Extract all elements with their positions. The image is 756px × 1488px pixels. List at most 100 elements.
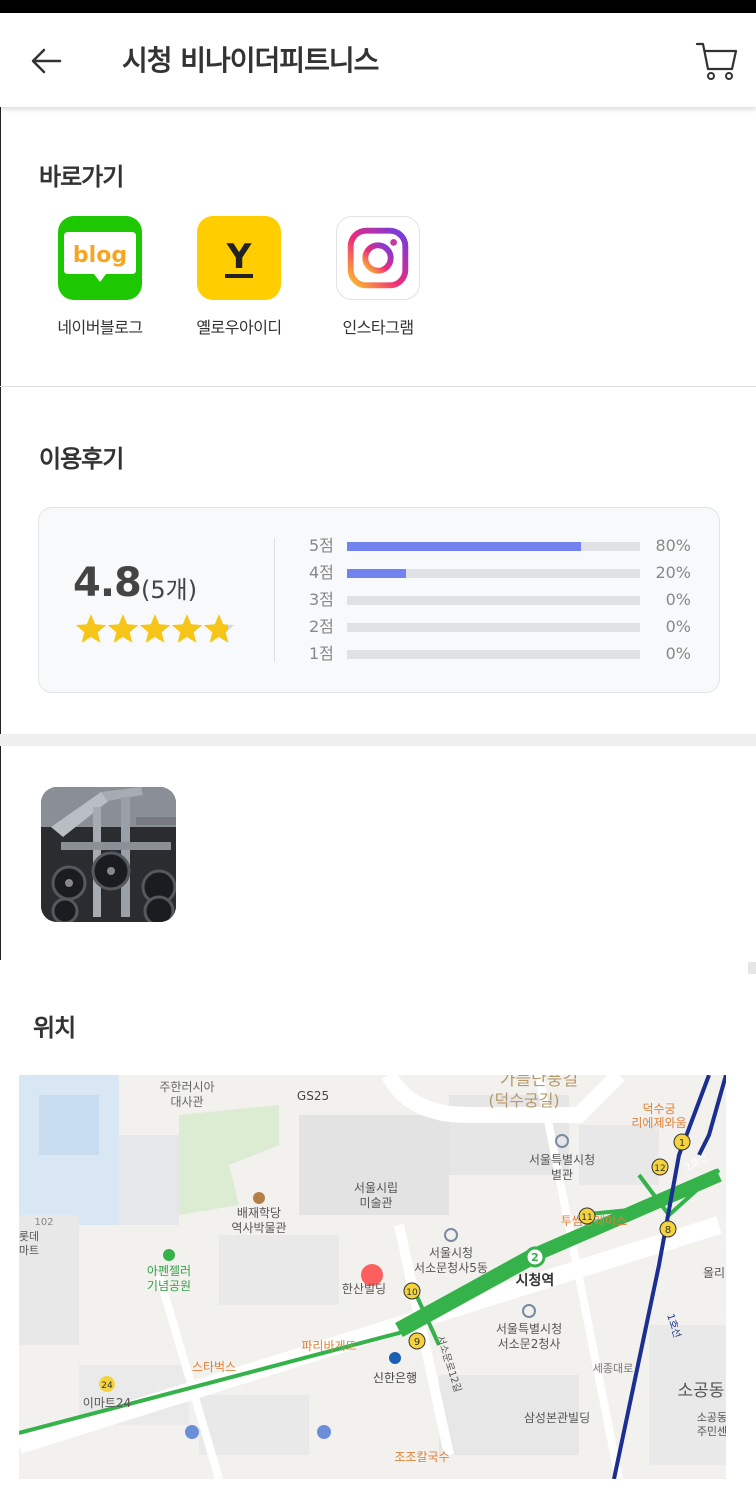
rating-percent: 80%	[655, 536, 691, 555]
review-count: (5개)	[141, 576, 198, 604]
map-label: 이마트24	[83, 1396, 131, 1410]
parking-marker	[185, 1425, 199, 1439]
rating-bar-track	[347, 569, 640, 578]
gym-photo-thumbnail[interactable]	[41, 787, 176, 922]
park-marker	[163, 1249, 175, 1261]
location-map[interactable]: 주한러시아 대사관 GS25 가들단풍길 (덕수궁길) 덕수궁 리에제와움 서울특별…	[19, 1075, 726, 1479]
instagram-icon	[336, 216, 420, 300]
map-label: 아펜젤러 기념공원	[147, 1264, 191, 1293]
rating-percent: 0%	[665, 644, 691, 663]
status-bar	[0, 0, 756, 13]
rating-percent: 20%	[655, 563, 691, 582]
exit-marker: 8	[659, 1220, 677, 1238]
shortcut-label: 인스타그램	[342, 318, 414, 337]
svg-text:1: 1	[679, 1138, 685, 1149]
shortcut-label: 네이버블로그	[57, 318, 143, 337]
map-label: 102	[34, 1217, 53, 1228]
yellow-id-icon: Y	[197, 216, 281, 300]
shortcut-instagram[interactable]: 인스타그램	[323, 216, 433, 338]
page-title: 시청 비나이더피트니스	[122, 44, 379, 77]
map-label: (덕수궁길)	[488, 1091, 559, 1110]
rating-bar-fill	[347, 569, 406, 578]
section-band	[0, 734, 756, 746]
rating-row-1: 1점 0%	[309, 643, 699, 670]
emart-marker: 24	[99, 1376, 115, 1392]
svg-text:11: 11	[581, 1213, 592, 1223]
left-border	[0, 107, 1, 960]
app-bar: 시청 비나이더피트니스	[0, 13, 756, 107]
star-icon	[107, 614, 139, 643]
map-label: 조조칼국수	[394, 1450, 449, 1464]
rating-bar-fill	[347, 542, 582, 551]
map-label: 롯데 마트	[19, 1230, 39, 1257]
exit-marker: 12	[651, 1158, 669, 1176]
star-rating	[75, 614, 235, 643]
rating-percent: 0%	[665, 617, 691, 636]
cart-icon	[695, 42, 738, 80]
star-icon	[75, 614, 107, 643]
map-label: 삼성본관빌딩	[524, 1411, 590, 1425]
star-icon	[171, 614, 203, 643]
map-label: 배재학당 역사박물관	[231, 1206, 286, 1235]
back-arrow-icon	[31, 48, 62, 74]
exit-marker: 10	[403, 1282, 421, 1300]
map-label: 2	[531, 1251, 539, 1264]
rating-label: 5점	[309, 536, 334, 555]
svg-text:12: 12	[654, 1164, 665, 1174]
rating-row-3: 3점 0%	[309, 589, 699, 616]
map-label: 소공동	[678, 1381, 725, 1401]
back-button[interactable]	[26, 41, 66, 81]
exit-marker: 9	[408, 1332, 426, 1350]
parking-marker	[317, 1425, 331, 1439]
gym-equipment-image	[41, 787, 176, 922]
blog-icon-text: blog	[73, 243, 127, 268]
shortcut-naver-blog[interactable]: blog 네이버블로그	[45, 216, 155, 338]
rating-separator	[274, 538, 275, 662]
rating-label: 4점	[309, 563, 334, 582]
scroll-indicator	[748, 962, 756, 974]
map-label: 소공동 주민센	[697, 1411, 726, 1438]
rating-label: 2점	[309, 617, 334, 636]
rating-bar-track	[347, 650, 640, 659]
exit-marker: 1	[673, 1133, 691, 1151]
rating-percent: 0%	[665, 590, 691, 609]
rating-bar-track	[347, 623, 640, 632]
rating-row-5: 5점 80%	[309, 535, 699, 562]
rating-label: 1점	[309, 644, 334, 663]
rating-row-4: 4점 20%	[309, 562, 699, 589]
poi-marker	[253, 1192, 265, 1204]
svg-text:8: 8	[665, 1225, 671, 1236]
shortcuts-title: 바로가기	[39, 163, 124, 191]
star-icon	[139, 614, 171, 643]
rating-bar-track	[347, 542, 640, 551]
map-label: 가들단풍길	[500, 1075, 578, 1090]
shortcut-label: 옐로우아이디	[196, 318, 282, 337]
map-label: 세종대로	[593, 1362, 633, 1375]
exit-marker: 11	[578, 1207, 596, 1225]
star-icon	[203, 614, 235, 643]
reviews-title: 이용후기	[39, 445, 124, 473]
yellow-id-icon-text: Y	[226, 237, 252, 277]
map-label: 시청역	[516, 1272, 555, 1289]
map-label: 파리바게뜨	[301, 1339, 356, 1353]
map-label: 한산빌딩	[342, 1282, 386, 1296]
location-title: 위치	[33, 1014, 76, 1042]
review-summary-card[interactable]: 4.8 (5개) 5점 80% 4점 20% 3점 0% 2점 0% 1점 0%	[38, 507, 720, 693]
svg-text:10: 10	[406, 1288, 418, 1298]
average-rating: 4.8	[73, 560, 142, 606]
map-label: GS25	[297, 1089, 329, 1103]
map-label: 올리	[703, 1266, 725, 1280]
rating-bar-track	[347, 596, 640, 605]
map-label: 서울시립 미술관	[354, 1181, 398, 1210]
rating-label: 3점	[309, 590, 334, 609]
svg-text:9: 9	[414, 1337, 420, 1348]
shortcut-yellow-id[interactable]: Y 옐로우아이디	[184, 216, 294, 338]
section-divider	[0, 386, 756, 387]
map-label: 스타벅스	[192, 1360, 236, 1374]
cart-button[interactable]	[694, 39, 738, 83]
rating-row-2: 2점 0%	[309, 616, 699, 643]
bank-marker	[389, 1352, 401, 1364]
map-label: 신한은행	[373, 1370, 417, 1385]
blog-icon: blog	[58, 216, 142, 300]
svg-text:24: 24	[101, 1381, 113, 1391]
